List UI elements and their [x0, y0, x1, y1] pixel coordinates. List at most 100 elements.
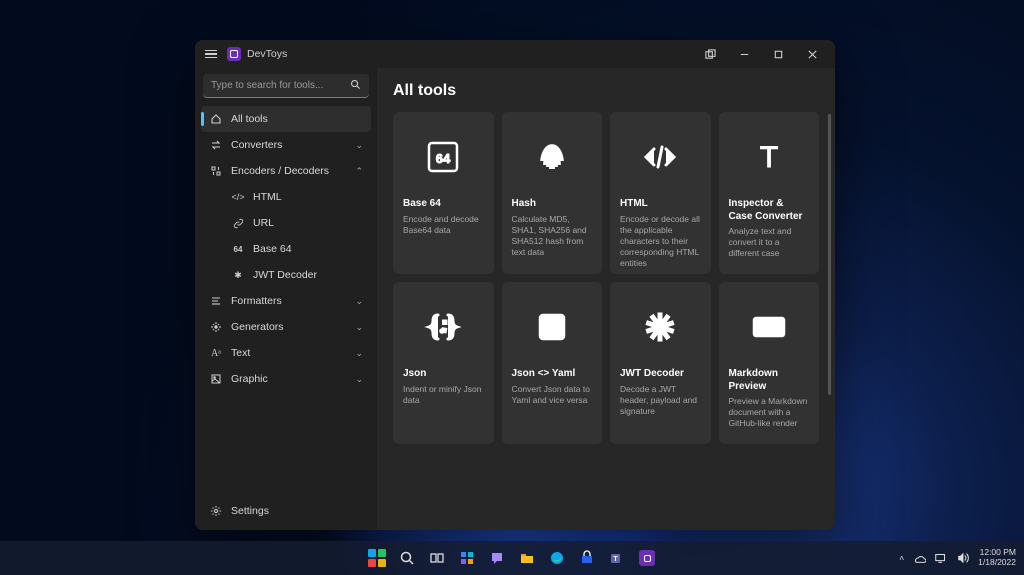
- sidebar-item-label: Generators: [231, 321, 347, 333]
- sidebar-item-label: Converters: [231, 139, 347, 151]
- search-box[interactable]: [203, 74, 369, 98]
- task-view-icon[interactable]: [424, 545, 450, 571]
- sidebar-item-text[interactable]: Aᵃ Text ⌄: [201, 340, 371, 366]
- align-icon: [209, 295, 223, 307]
- taskbar-clock[interactable]: 12:00 PM 1/18/2022: [978, 548, 1016, 568]
- widgets-icon[interactable]: [454, 545, 480, 571]
- card-title: JWT Decoder: [620, 368, 701, 381]
- sidebar-item-url[interactable]: URL: [201, 210, 371, 236]
- onedrive-icon[interactable]: [912, 551, 926, 565]
- app-window: DevToys: [195, 40, 835, 530]
- card-title: Base 64: [403, 198, 484, 211]
- sidebar-item-label: All tools: [231, 113, 363, 125]
- link-icon: [231, 218, 245, 229]
- start-button[interactable]: [364, 545, 390, 571]
- card-desc: Preview a Markdown document with a GitHu…: [729, 396, 810, 429]
- file-explorer-icon[interactable]: [514, 545, 540, 571]
- taskbar-search-icon[interactable]: [394, 545, 420, 571]
- sidebar-item-all-tools[interactable]: All tools: [201, 106, 371, 132]
- clock-date: 1/18/2022: [978, 558, 1016, 568]
- sidebar-item-label: Graphic: [231, 373, 347, 385]
- tool-card-json[interactable]: Json Indent or minify Json data: [393, 282, 494, 444]
- card-title: HTML: [620, 198, 701, 211]
- sidebar-item-settings[interactable]: Settings: [201, 498, 371, 524]
- tray-chevron-icon[interactable]: ˄: [899, 553, 904, 563]
- maximize-button[interactable]: [761, 40, 795, 68]
- card-desc: Decode a JWT header, payload and signatu…: [620, 384, 701, 417]
- minimize-button[interactable]: [727, 40, 761, 68]
- titlebar: DevToys: [195, 40, 835, 68]
- code-icon: [620, 122, 701, 192]
- teams-icon[interactable]: T: [604, 545, 630, 571]
- taskbar: T ˄ 12:00 PM 1/18/2022: [0, 541, 1024, 575]
- convert-icon: [512, 292, 593, 362]
- devtoys-taskbar-icon[interactable]: [634, 545, 660, 571]
- card-title: Json: [403, 368, 484, 381]
- braces-icon: [403, 292, 484, 362]
- tool-card-base64[interactable]: 64 Base 64 Encode and decode Base64 data: [393, 112, 494, 274]
- gear-icon: [209, 505, 223, 517]
- card-title: Inspector & Case Converter: [729, 198, 810, 223]
- chevron-down-icon: ⌄: [355, 374, 363, 385]
- volume-icon[interactable]: [956, 551, 970, 565]
- sidebar-item-label: JWT Decoder: [253, 269, 363, 281]
- card-desc: Indent or minify Json data: [403, 384, 484, 406]
- search-icon: [350, 79, 361, 93]
- card-title: Hash: [512, 198, 593, 211]
- edge-icon[interactable]: [544, 545, 570, 571]
- chat-icon[interactable]: [484, 545, 510, 571]
- chevron-down-icon: ⌄: [355, 140, 363, 151]
- sidebar-item-graphic[interactable]: Graphic ⌄: [201, 366, 371, 392]
- sidebar-item-encoders[interactable]: Encoders / Decoders ⌃: [201, 158, 371, 184]
- hamburger-icon[interactable]: [201, 50, 221, 59]
- sidebar-item-jwt[interactable]: ✱ JWT Decoder: [201, 262, 371, 288]
- app-icon: [227, 47, 241, 61]
- chevron-down-icon: ⌄: [355, 348, 363, 359]
- image-icon: [209, 373, 223, 385]
- tool-card-inspector[interactable]: T Inspector & Case Converter Analyze tex…: [719, 112, 820, 274]
- scrollbar[interactable]: [828, 114, 831, 516]
- sidebar-item-converters[interactable]: Converters ⌄: [201, 132, 371, 158]
- tool-grid: 64 Base 64 Encode and decode Base64 data…: [393, 112, 819, 444]
- tool-card-hash[interactable]: Hash Calculate MD5, SHA1, SHA256 and SHA…: [502, 112, 603, 274]
- search-input[interactable]: [211, 80, 350, 91]
- main-content: All tools 64 Base 64 Encode and decode B…: [377, 68, 835, 530]
- sidebar-item-label: Formatters: [231, 295, 347, 307]
- base64-icon: 64: [403, 122, 484, 192]
- chevron-down-icon: ⌄: [355, 322, 363, 333]
- sidebar-item-label: HTML: [253, 191, 363, 203]
- text-icon: Aᵃ: [209, 348, 223, 359]
- sidebar-item-base64[interactable]: 64 Base 64: [201, 236, 371, 262]
- tool-card-markdown[interactable]: Markdown Preview Preview a Markdown docu…: [719, 282, 820, 444]
- sidebar-item-label: Text: [231, 347, 347, 359]
- sidebar-item-label: Base 64: [253, 243, 363, 255]
- tool-card-html[interactable]: HTML Encode or decode all the applicable…: [610, 112, 711, 274]
- sidebar-item-formatters[interactable]: Formatters ⌄: [201, 288, 371, 314]
- app-title: DevToys: [247, 48, 287, 60]
- nav: All tools Converters ⌄ Encoders / De: [201, 106, 371, 498]
- compact-overlay-button[interactable]: [693, 40, 727, 68]
- sidebar: All tools Converters ⌄ Encoders / De: [195, 68, 377, 530]
- taskbar-center: T: [364, 545, 660, 571]
- page-title: All tools: [393, 82, 819, 100]
- swap-icon: [209, 139, 223, 151]
- tool-card-json-yaml[interactable]: Json <> Yaml Convert Json data to Yaml a…: [502, 282, 603, 444]
- sidebar-subgroup-encoders: </> HTML URL 64 Base 64: [201, 184, 371, 288]
- svg-text:T: T: [613, 556, 618, 563]
- home-icon: [209, 113, 223, 125]
- base64-icon: 64: [231, 245, 245, 254]
- card-desc: Calculate MD5, SHA1, SHA256 and SHA512 h…: [512, 214, 593, 258]
- svg-text:64: 64: [436, 151, 451, 166]
- store-icon[interactable]: [574, 545, 600, 571]
- sidebar-item-label: Encoders / Decoders: [231, 165, 347, 177]
- asterisk-icon: ✱: [231, 270, 245, 281]
- fingerprint-icon: [512, 122, 593, 192]
- sidebar-item-generators[interactable]: Generators ⌄: [201, 314, 371, 340]
- scrollbar-thumb[interactable]: [828, 114, 831, 395]
- network-icon[interactable]: [934, 551, 948, 565]
- tool-card-jwt[interactable]: JWT Decoder Decode a JWT header, payload…: [610, 282, 711, 444]
- close-button[interactable]: [795, 40, 829, 68]
- sidebar-item-html[interactable]: </> HTML: [201, 184, 371, 210]
- chevron-up-icon: ⌃: [355, 166, 363, 177]
- card-desc: Encode or decode all the applicable char…: [620, 214, 701, 269]
